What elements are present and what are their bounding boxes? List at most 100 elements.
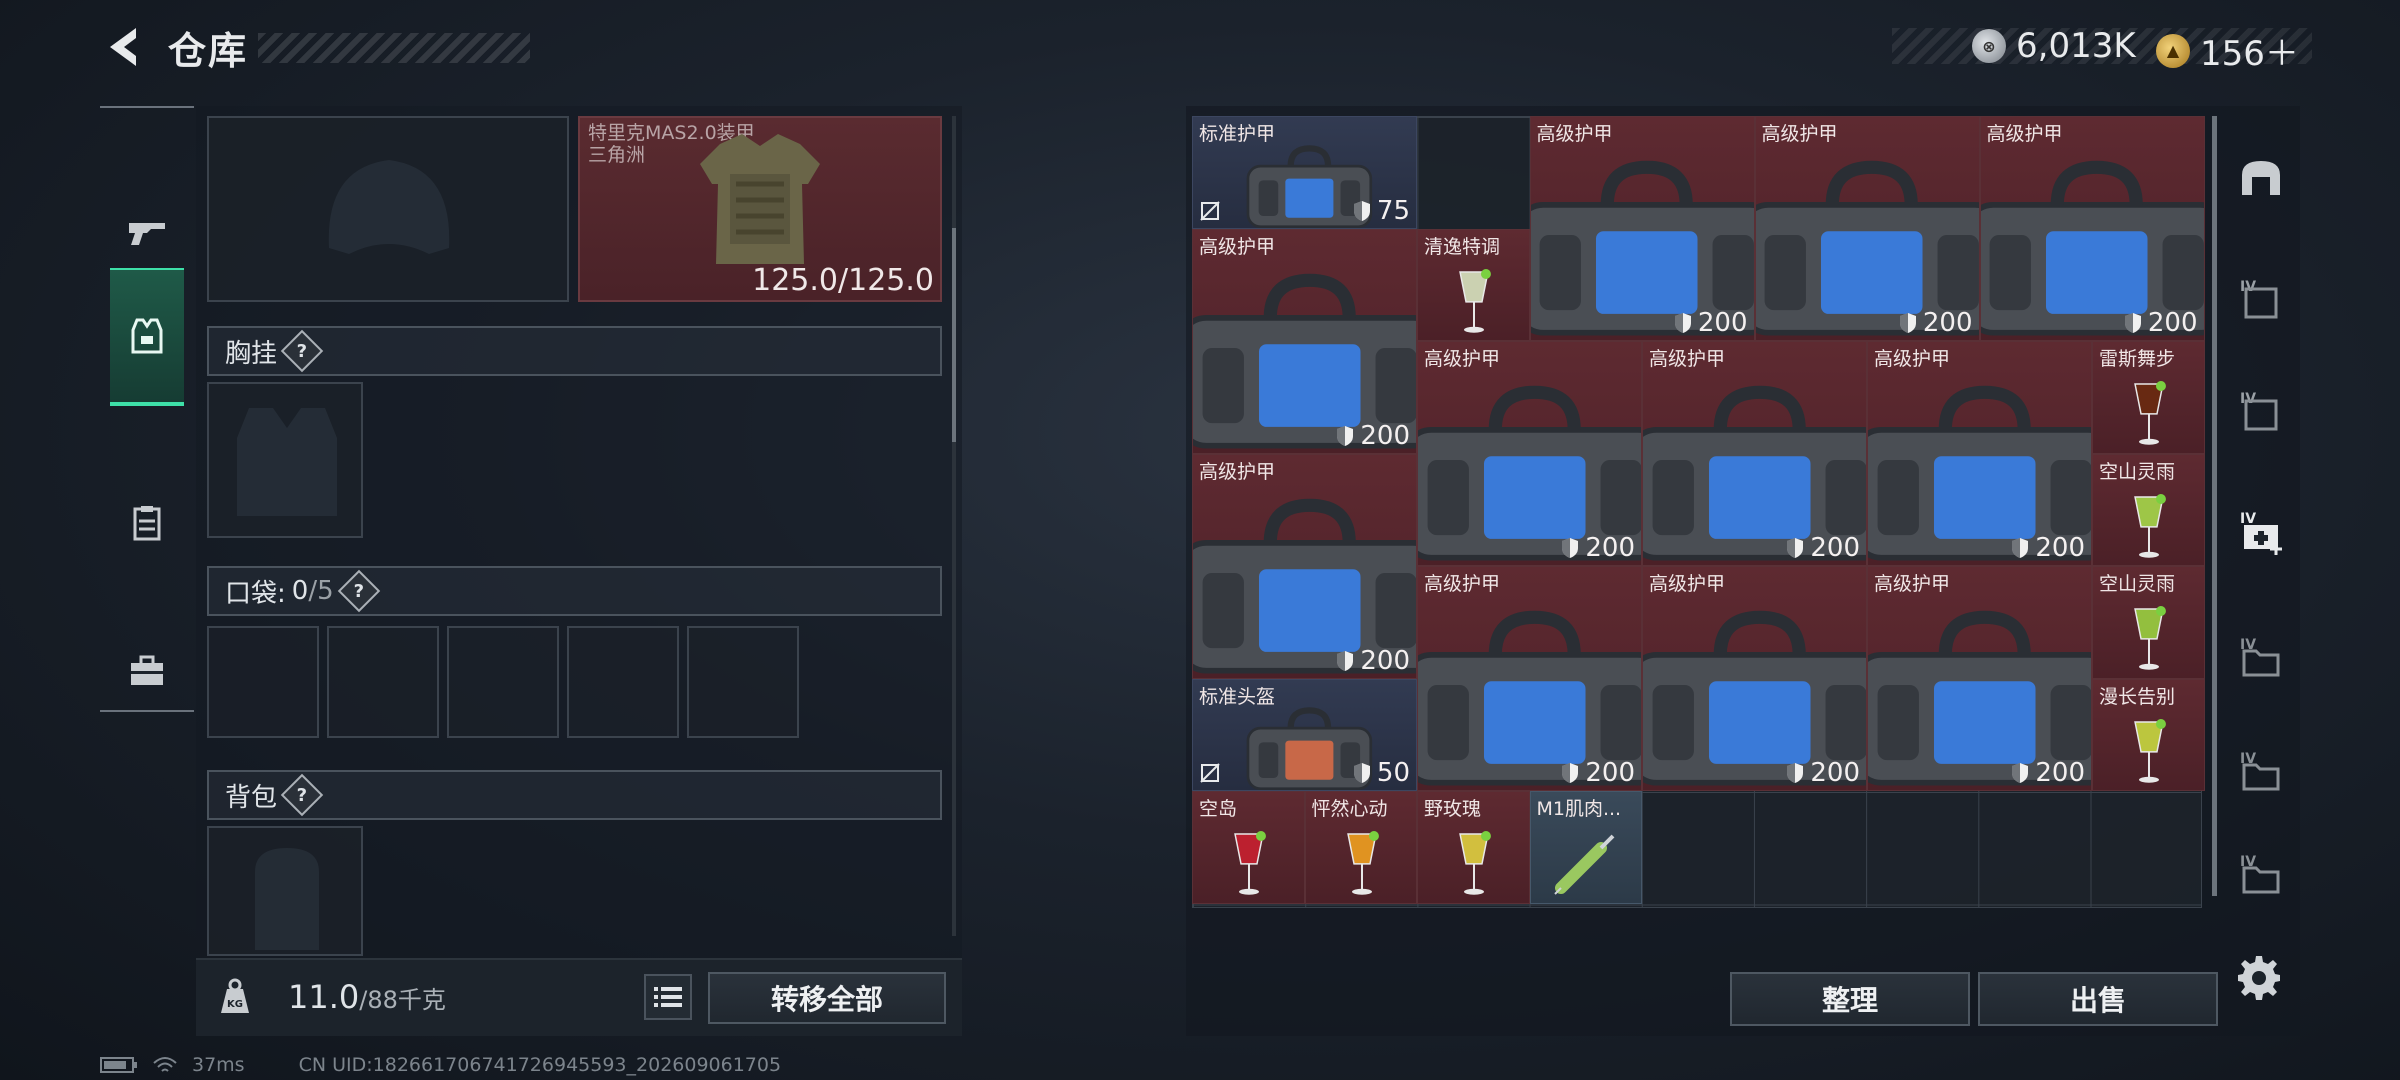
storage-tab-6[interactable]: IV (2224, 716, 2298, 828)
weight-readout: 11.0/88千克 (288, 978, 446, 1016)
drink-icon (2134, 718, 2167, 783)
vest-icon (131, 318, 163, 354)
storage-item[interactable]: 空山灵雨 (2092, 566, 2205, 679)
storage-item[interactable]: 漫长告别 (2092, 678, 2205, 791)
folder-icon: IV (2240, 751, 2280, 791)
sort-button[interactable]: 整理 (1730, 972, 1970, 1026)
drink-icon (2134, 493, 2167, 558)
storage-scrollbar[interactable] (2212, 116, 2217, 896)
storage-item[interactable]: 高级护甲 200 (1642, 566, 1867, 791)
item-durability: 200 (1561, 533, 1635, 563)
item-label: 高级护甲 (1874, 348, 1951, 370)
list-view-button[interactable] (644, 974, 692, 1020)
shield-icon (1562, 538, 1579, 558)
storage-item[interactable]: 雷斯舞步 (2092, 341, 2205, 454)
help-icon[interactable]: ? (280, 773, 324, 817)
storage-item[interactable]: 高级护甲 200 (1192, 453, 1417, 679)
left-tab-bar (100, 106, 194, 712)
backpack-placeholder-icon (255, 848, 319, 950)
help-icon[interactable]: ? (280, 329, 324, 373)
tab-gear[interactable] (110, 268, 184, 406)
syringe-icon (1553, 834, 1614, 895)
storage-item[interactable]: 高级护甲 200 (1979, 116, 2205, 341)
shield-icon (1674, 313, 1691, 333)
item-label: 高级护甲 (1986, 123, 2063, 145)
page-title: 仓库 (168, 29, 249, 73)
shield-icon (1787, 538, 1804, 558)
settings-gear-icon[interactable] (2236, 954, 2282, 1000)
item-label: 高级护甲 (1424, 348, 1501, 370)
pocket-slot-4[interactable] (567, 626, 679, 738)
storage-item[interactable]: 标准护甲 75 (1192, 116, 1417, 229)
shield-icon (2124, 313, 2141, 333)
item-durability: 75 (1353, 196, 1410, 226)
clipboard-icon (133, 506, 161, 541)
storage-item[interactable]: 高级护甲 200 (1754, 116, 1980, 341)
drink-icon (1234, 830, 1267, 895)
backpack-slot[interactable] (207, 826, 363, 956)
storage-item[interactable]: 高级护甲 200 (1642, 341, 1867, 566)
svg-text:IV: IV (2240, 279, 2256, 295)
backpack-header: 背包 ? (207, 770, 942, 820)
shield-icon (2012, 538, 2029, 558)
folder-icon: IV (2240, 854, 2280, 894)
item-label: 标准护甲 (1199, 123, 1276, 145)
weight-icon: KG (206, 966, 264, 1028)
shield-icon (1353, 763, 1370, 783)
pocket-slot-1[interactable] (207, 626, 319, 738)
medkit-icon: IV (2240, 511, 2282, 555)
item-durability: 200 (1899, 308, 1973, 338)
storage-tab-5[interactable]: IV (2224, 602, 2298, 714)
armor-durability: 125.0/125.0 (752, 263, 934, 298)
ping-readout: 37ms (192, 1054, 245, 1076)
gold-currency[interactable]: ▲ 156＋ (2156, 26, 2299, 75)
no-transfer-icon (1200, 200, 1220, 221)
tab-case[interactable] (100, 602, 194, 740)
chest-rig-placeholder-icon (237, 408, 337, 516)
storage-tab-2[interactable]: IV (2224, 244, 2298, 356)
item-label: 清逸特调 (1424, 235, 1501, 258)
tab-bag[interactable] (100, 454, 194, 592)
left-scrollbar-thumb[interactable] (952, 228, 956, 442)
transfer-all-button[interactable]: 转移全部 (708, 972, 946, 1024)
item-label: 标准头盔 (1199, 685, 1276, 708)
storage-item[interactable]: 野玫瑰 (1417, 791, 1530, 904)
pocket-slot-2[interactable] (327, 626, 439, 738)
briefcase-icon (131, 655, 163, 685)
armor-slot[interactable]: 特里克MAS2.0装甲 三角洲 125.0/125.0 (578, 116, 942, 302)
shield-icon (1337, 650, 1354, 671)
item-durability: 200 (2011, 758, 2085, 788)
pocket-slot-5[interactable] (687, 626, 799, 738)
help-icon[interactable]: ? (337, 569, 380, 613)
storage-item[interactable]: 高级护甲 200 (1192, 228, 1417, 454)
item-label: 空山灵雨 (2099, 460, 2176, 483)
item-label: 高级护甲 (1649, 573, 1726, 595)
storage-item[interactable]: M1肌肉... (1529, 791, 1642, 904)
storage-item[interactable]: 高级护甲 200 (1417, 341, 1642, 566)
storage-item[interactable]: 怦然心动 (1304, 791, 1417, 904)
storage-tab-7[interactable]: IV (2224, 830, 2298, 920)
storage-tab-medical[interactable]: IV (2224, 476, 2298, 588)
chest-rig-slot[interactable] (207, 382, 363, 538)
drink-icon (2134, 380, 2167, 445)
shield-icon (1787, 763, 1804, 783)
vault-icon (2242, 161, 2280, 195)
storage-item[interactable]: 标准头盔 50 (1192, 678, 1417, 791)
storage-item[interactable]: 空岛 (1192, 791, 1305, 904)
pocket-slot-3[interactable] (447, 626, 559, 738)
gold-coin-icon: ▲ (2156, 33, 2190, 68)
storage-item[interactable]: 清逸特调 (1417, 228, 1530, 341)
status-footer: 37ms CN UID:1826617067417269455​93_20260… (100, 1054, 781, 1076)
storage-item[interactable]: 空山灵雨 (2092, 453, 2205, 566)
storage-item[interactable]: 高级护甲 200 (1529, 116, 1755, 341)
storage-item[interactable]: 高级护甲 200 (1867, 566, 2092, 791)
storage-tab-3[interactable]: IV (2224, 356, 2298, 468)
item-label: M1肌肉... (1536, 798, 1622, 820)
storage-item[interactable]: 高级护甲 200 (1417, 566, 1642, 791)
back-arrow-icon[interactable] (100, 24, 146, 70)
folder-icon: IV (2240, 637, 2280, 677)
helmet-slot[interactable] (207, 116, 569, 302)
sell-button[interactable]: 出售 (1978, 972, 2218, 1026)
storage-item[interactable]: 高级护甲 200 (1867, 341, 2092, 566)
storage-tab-all[interactable] (2224, 124, 2298, 236)
